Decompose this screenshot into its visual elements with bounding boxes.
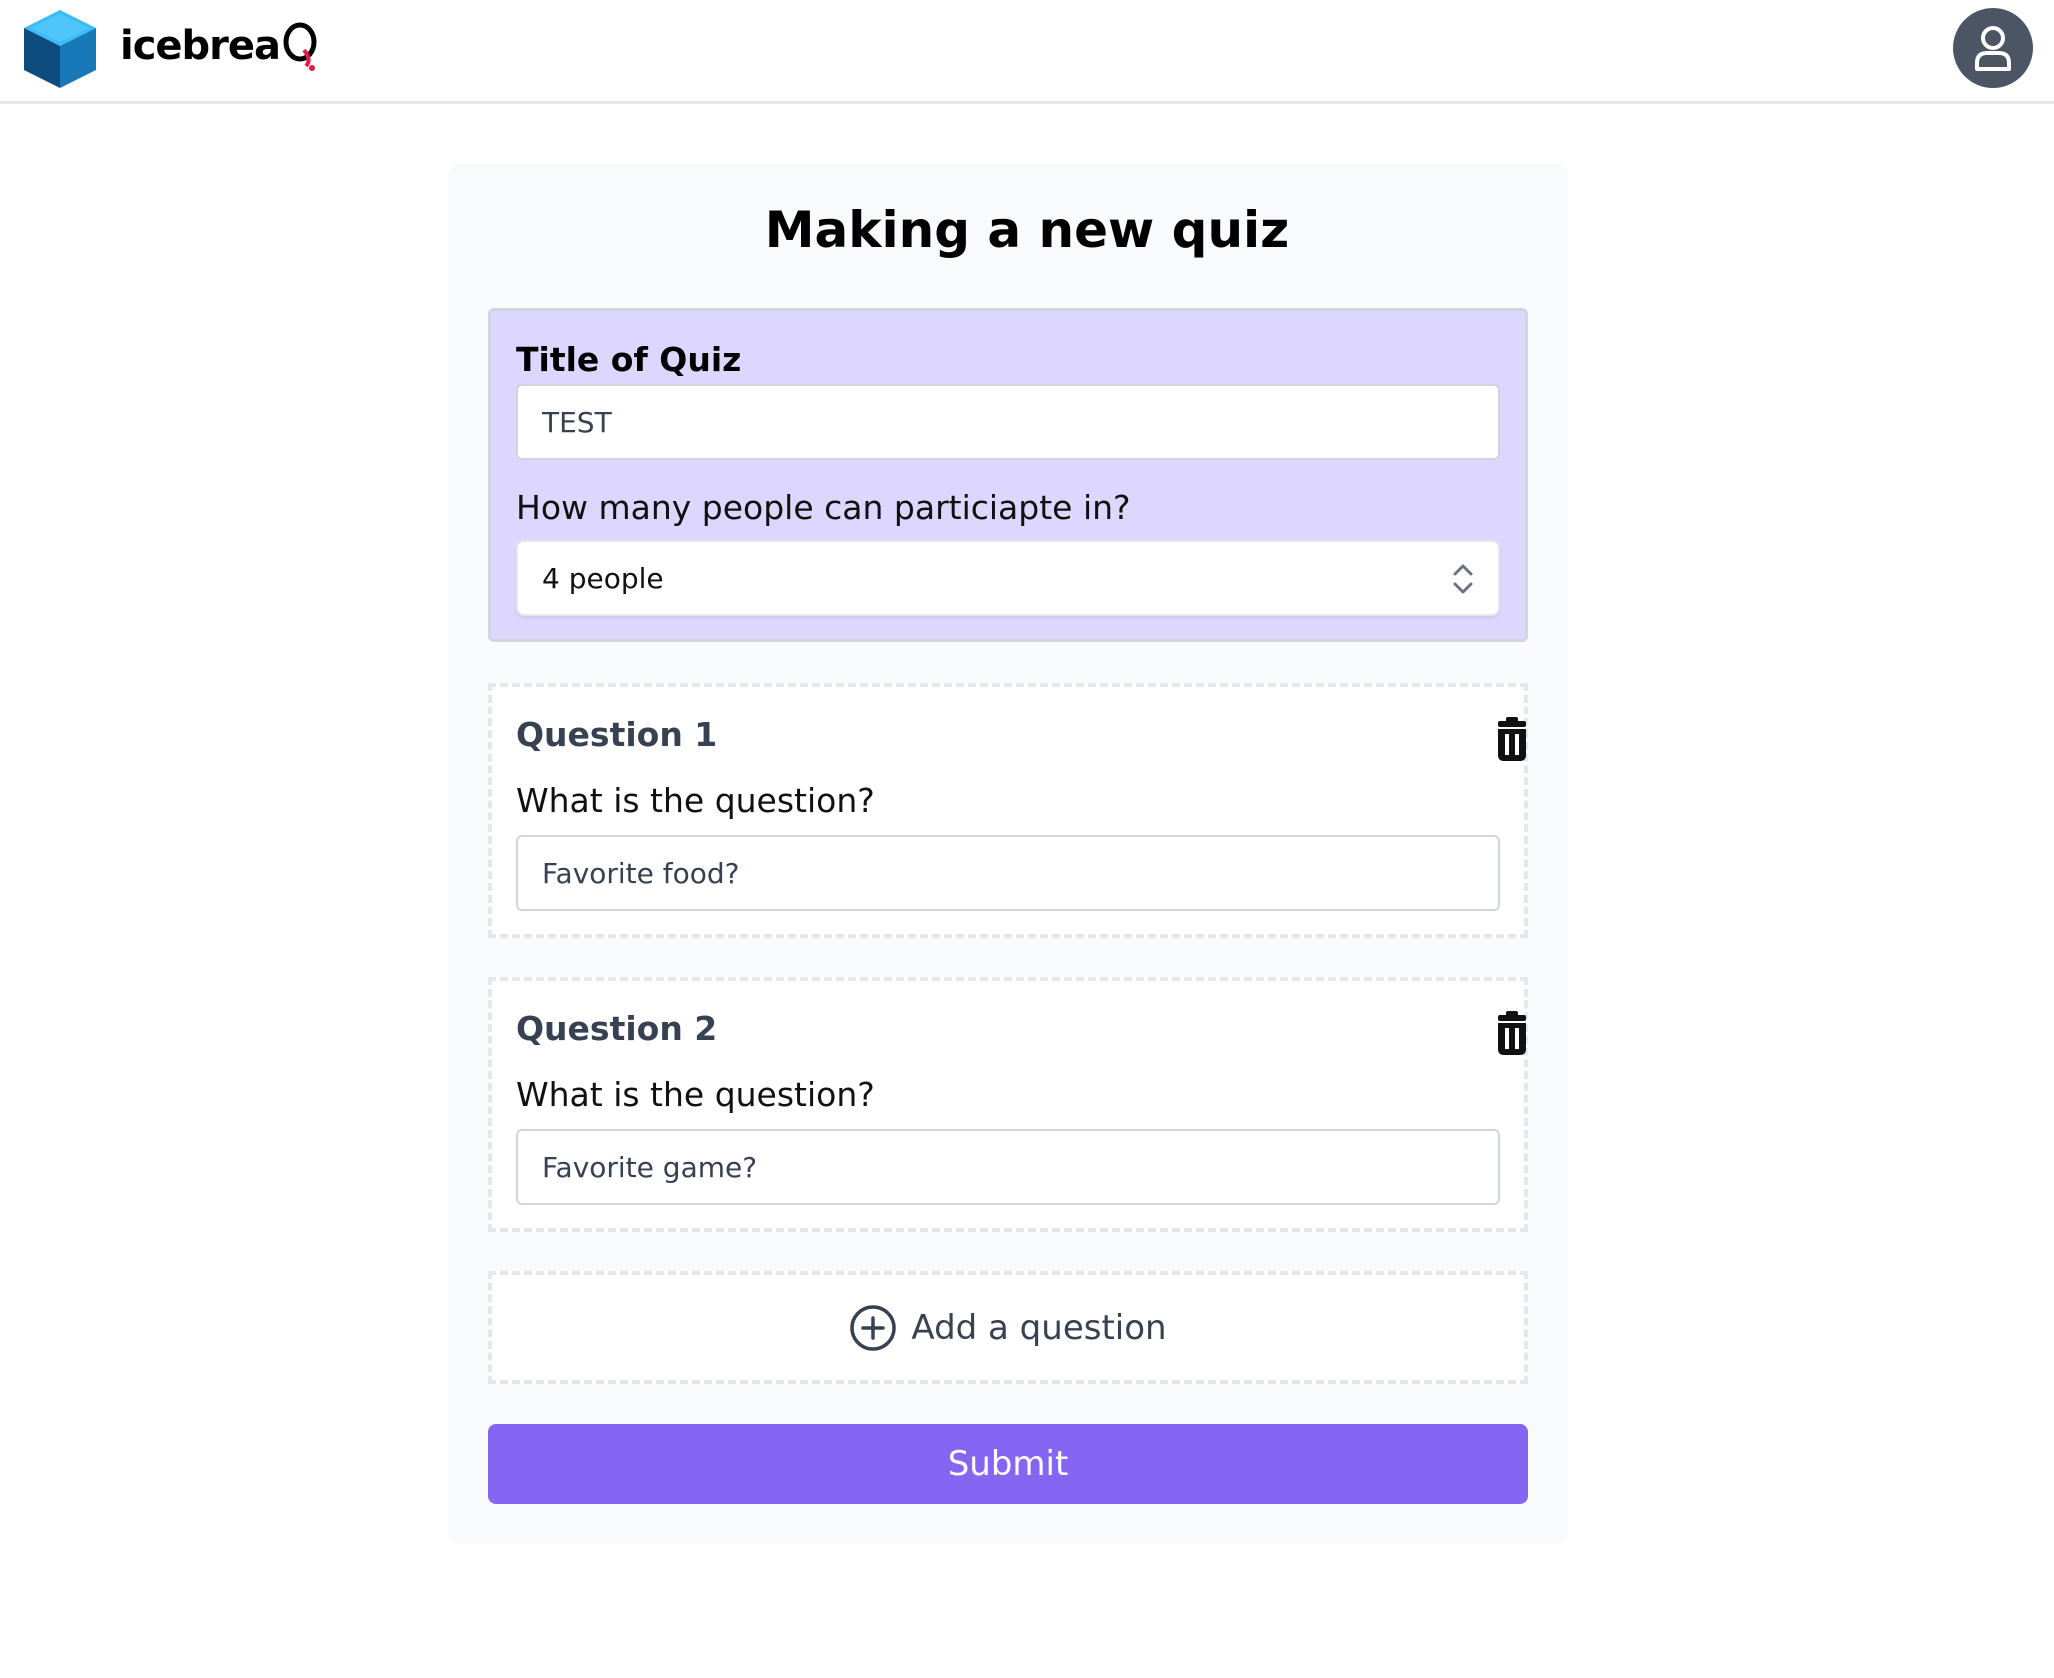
question-1-input[interactable] <box>516 835 1500 911</box>
quiz-title-label: Title of Quiz <box>516 340 742 379</box>
brand-name: icebrea <box>120 23 281 69</box>
trash-icon[interactable] <box>1492 717 1532 761</box>
brand-logo[interactable]: icebrea <box>120 16 322 76</box>
user-avatar-button[interactable] <box>1953 8 2033 88</box>
add-question-button[interactable]: Add a question <box>488 1271 1528 1384</box>
brand-q-mark <box>282 20 322 72</box>
question-heading: Question 1 <box>516 715 718 754</box>
question-prompt-label: What is the question? <box>516 781 875 820</box>
add-question-label: Add a question <box>911 1307 1167 1348</box>
question-prompt-label: What is the question? <box>516 1075 875 1114</box>
participants-select[interactable]: 4 people <box>516 540 1500 616</box>
page-title: Making a new quiz <box>764 201 1290 259</box>
user-icon <box>1975 26 2011 71</box>
question-2-input[interactable] <box>516 1129 1500 1205</box>
question-card-1: Question 1 What is the question? <box>488 683 1528 938</box>
plus-circle-icon <box>850 1304 897 1351</box>
trash-icon[interactable] <box>1492 1011 1532 1055</box>
question-heading: Question 2 <box>516 1009 718 1048</box>
quiz-title-input[interactable] <box>516 384 1500 460</box>
participants-selected-value: 4 people <box>542 561 664 595</box>
question-card-2: Question 2 What is the question? <box>488 977 1528 1232</box>
cube-logo-icon[interactable] <box>22 8 98 88</box>
chevron-up-down-icon <box>1453 564 1473 594</box>
submit-button[interactable]: Submit <box>488 1424 1528 1504</box>
top-navbar: icebrea <box>0 0 2054 104</box>
participants-label: How many people can particiapte in? <box>516 488 1131 527</box>
